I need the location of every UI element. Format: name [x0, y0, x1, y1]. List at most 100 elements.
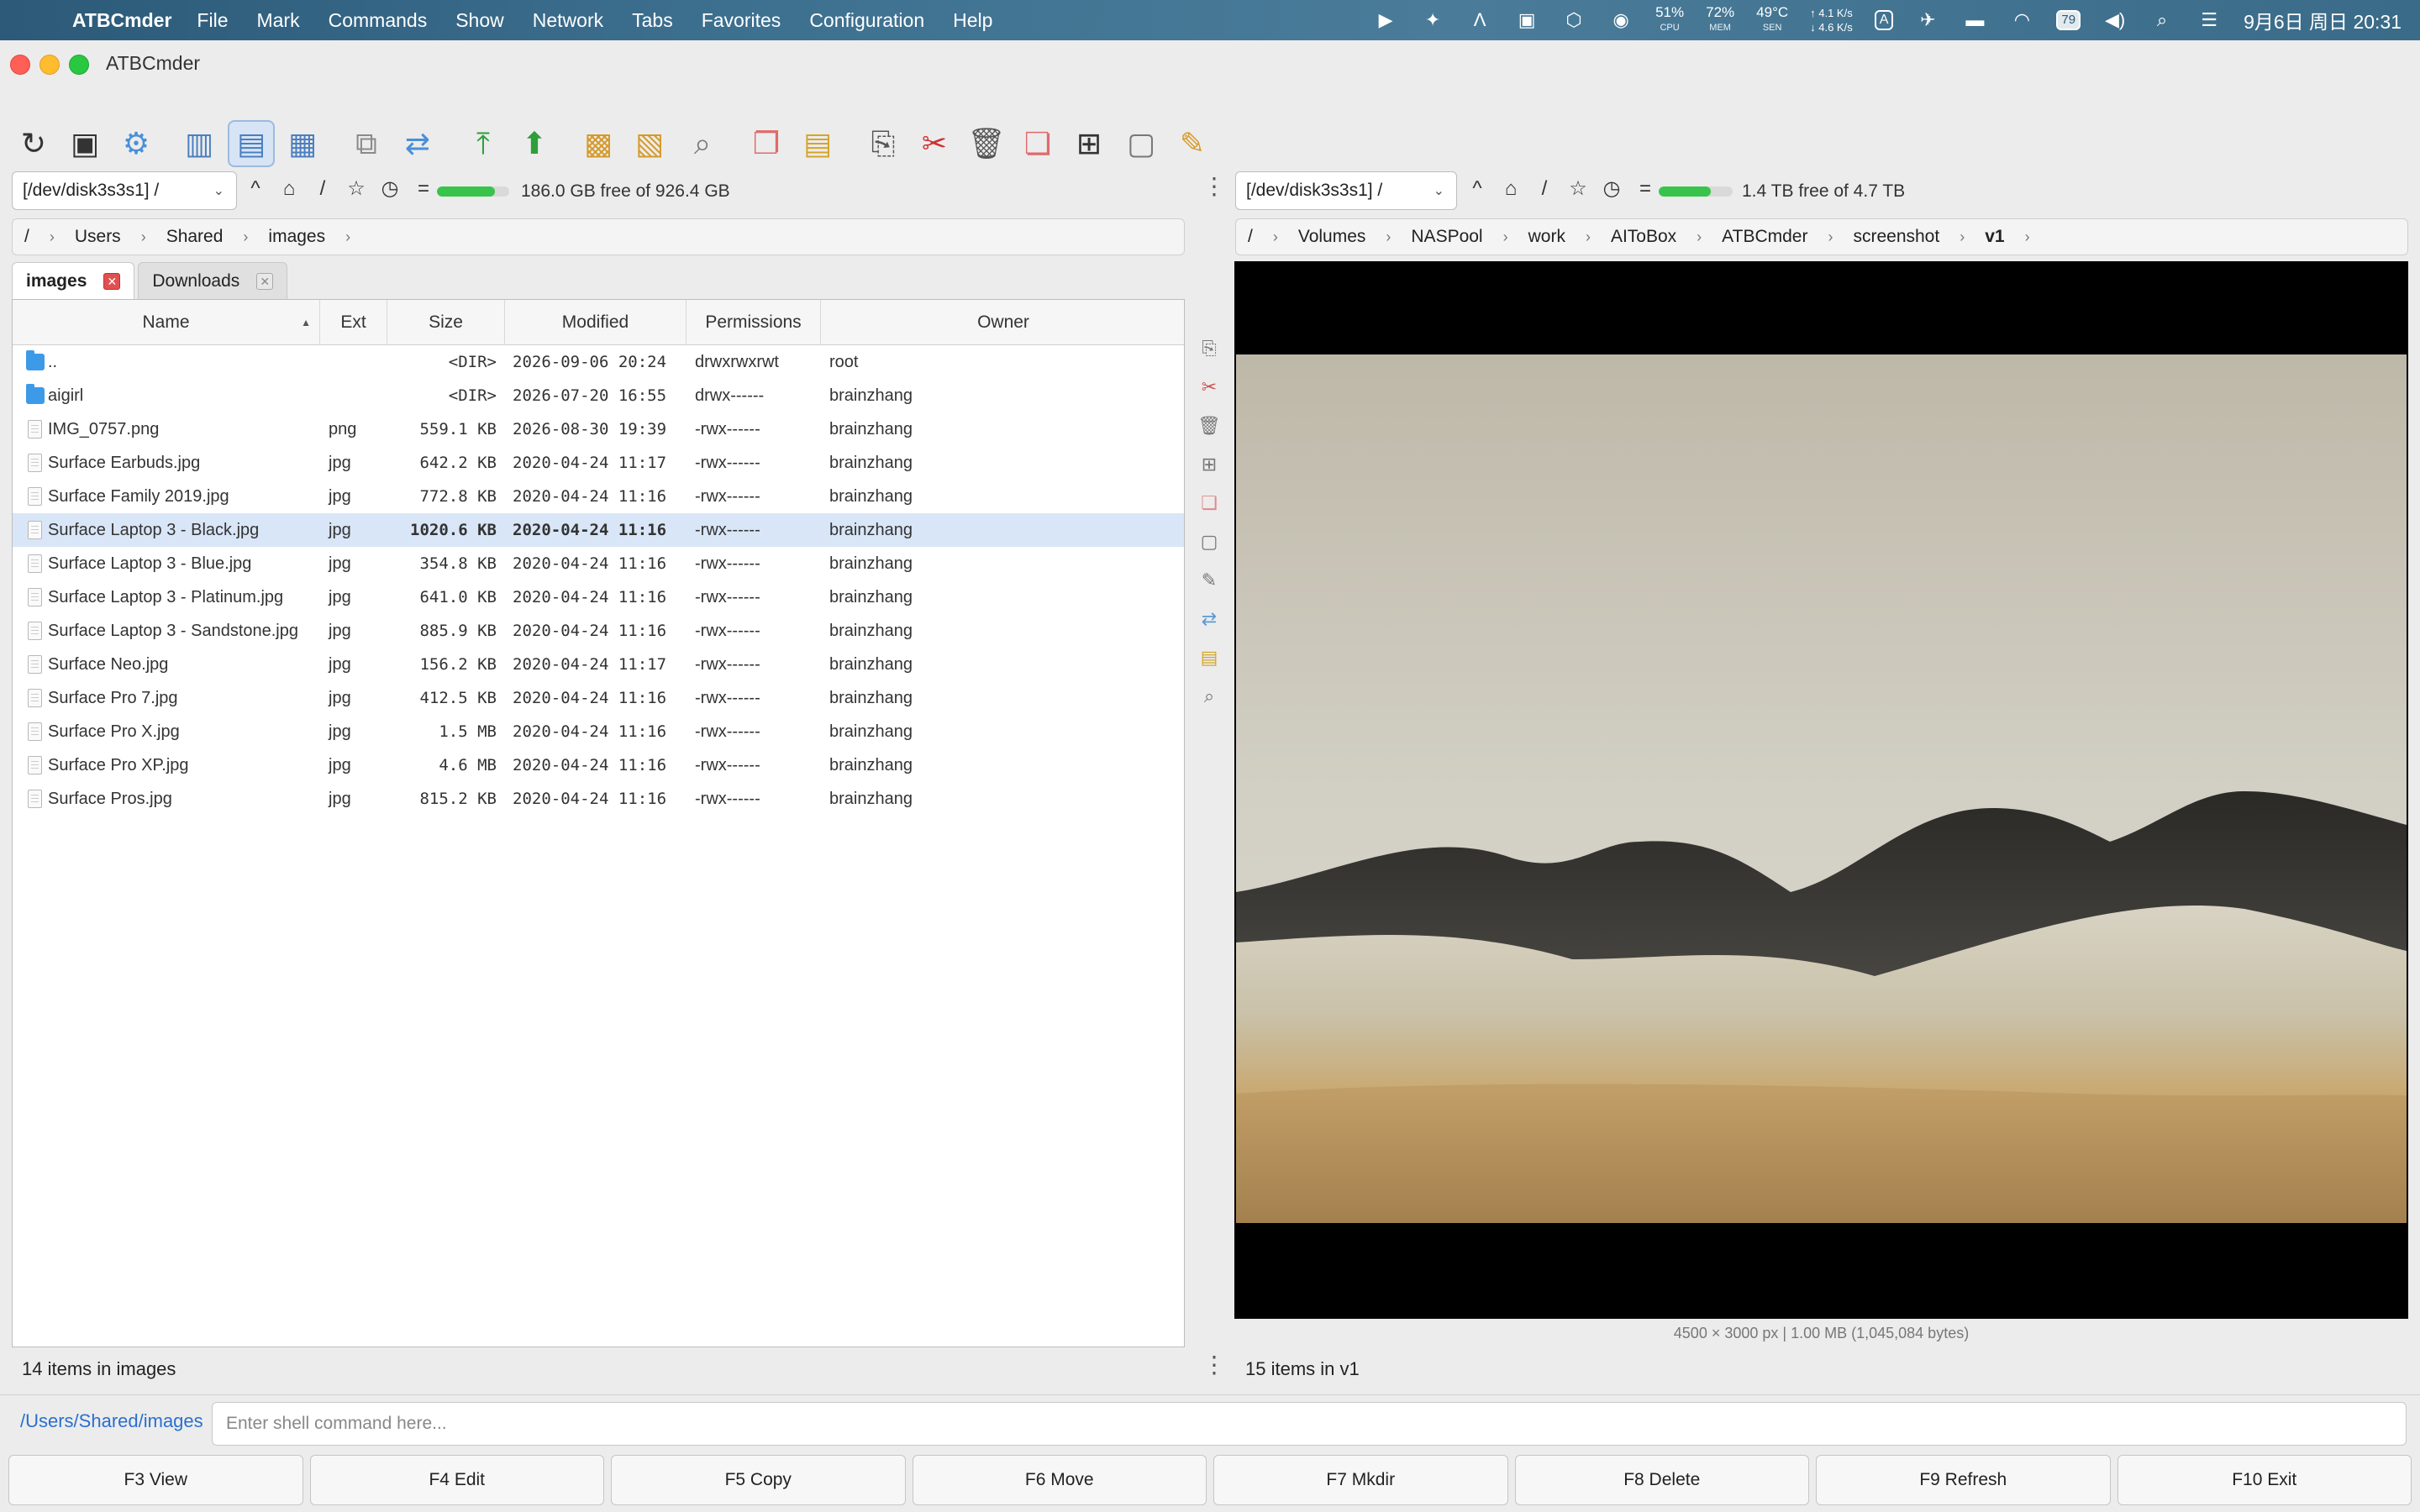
- mem-stat[interactable]: 72% MEM: [1706, 5, 1734, 35]
- edit-pencil-icon[interactable]: ✎: [1202, 561, 1217, 600]
- menu-mark[interactable]: Mark: [256, 9, 299, 32]
- crumb-aitobox[interactable]: AIToBox: [1599, 227, 1688, 247]
- crumb-work[interactable]: work: [1517, 227, 1577, 247]
- table-row[interactable]: .. <DIR> 2026-09-06 20:24 drwxrwxrwt root: [13, 345, 1184, 379]
- terminal-icon[interactable]: ▣: [61, 120, 108, 167]
- f7-mkdir-button[interactable]: F7 Mkdir: [1213, 1455, 1508, 1505]
- root-icon[interactable]: /: [1528, 177, 1561, 201]
- crumb-v1[interactable]: v1: [1973, 227, 2016, 247]
- network-speed[interactable]: ↑ 4.1 K/s ↓ 4.6 K/s: [1810, 6, 1853, 34]
- history-icon[interactable]: ◷: [1595, 176, 1628, 201]
- home-icon[interactable]: ⌂: [1494, 177, 1528, 201]
- sparkle-icon[interactable]: ✦: [1420, 8, 1445, 33]
- f9-refresh-button[interactable]: F9 Refresh: [1816, 1455, 2111, 1505]
- menu-favorites[interactable]: Favorites: [702, 9, 781, 32]
- tab-downloads[interactable]: Downloads ✕: [138, 262, 288, 299]
- f8-delete-button[interactable]: F8 Delete: [1514, 1455, 1809, 1505]
- table-row[interactable]: Surface Family 2019.jpg jpg 772.8 KB 2020-0…: [13, 480, 1184, 513]
- play-icon[interactable]: ▶: [1373, 8, 1398, 33]
- f10-exit-button[interactable]: F10 Exit: [2117, 1455, 2412, 1505]
- bird-icon[interactable]: ✈: [1915, 8, 1940, 33]
- pack-icon[interactable]: ▩: [575, 120, 622, 167]
- cpu-stat[interactable]: 51% CPU: [1655, 5, 1684, 35]
- close-tab-icon[interactable]: ✕: [103, 272, 121, 290]
- volume-icon[interactable]: ◀): [2102, 8, 2128, 33]
- vpn-icon[interactable]: ⬡: [1561, 8, 1586, 33]
- crumb-users[interactable]: Users: [63, 227, 133, 247]
- crumb-atbcmder[interactable]: ATBCmder: [1710, 227, 1819, 247]
- input-method-icon[interactable]: A: [1874, 10, 1894, 30]
- menu-tabs[interactable]: Tabs: [632, 9, 673, 32]
- column-name[interactable]: Name ▲: [13, 300, 320, 345]
- search-icon[interactable]: ⌕: [2149, 8, 2175, 33]
- equal-panels-icon[interactable]: =: [407, 177, 440, 201]
- notes-icon[interactable]: ▤: [1201, 638, 1218, 677]
- menu-help[interactable]: Help: [953, 9, 992, 32]
- menu-file[interactable]: File: [197, 9, 228, 32]
- crumb-naspool[interactable]: NASPool: [1399, 227, 1494, 247]
- close-tab-icon[interactable]: ✕: [256, 272, 274, 290]
- f4-edit-button[interactable]: F4 Edit: [309, 1455, 604, 1505]
- thumbnail-view-icon[interactable]: ▦: [279, 120, 326, 167]
- f3-view-button[interactable]: F3 View: [8, 1455, 303, 1505]
- edit-pencil-icon[interactable]: ✎: [1169, 120, 1216, 167]
- sync-icon[interactable]: ⇄: [394, 120, 441, 167]
- left-drive-select[interactable]: [/dev/disk3s3s1] / ⌄: [12, 171, 237, 210]
- duplicate-icon[interactable]: ❏: [1201, 484, 1218, 522]
- f6-move-button[interactable]: F6 Move: [912, 1455, 1207, 1505]
- tab-images[interactable]: images ✕: [12, 262, 135, 299]
- trash-icon[interactable]: 🗑: [1197, 407, 1221, 445]
- crumb-volumes[interactable]: Volumes: [1286, 227, 1378, 247]
- sync-icon[interactable]: ⇄: [1202, 600, 1217, 638]
- column-permissions[interactable]: Permissions: [687, 300, 821, 345]
- parent-dir-icon[interactable]: ^: [1460, 177, 1494, 201]
- menu-commands[interactable]: Commands: [329, 9, 428, 32]
- menu-network[interactable]: Network: [533, 9, 603, 32]
- full-view-icon[interactable]: ▤: [228, 120, 275, 167]
- unpack-icon[interactable]: ▧: [626, 120, 673, 167]
- cat-icon[interactable]: ◉: [1608, 8, 1634, 33]
- cut-icon[interactable]: ✂: [1202, 368, 1217, 407]
- zoom-window-button[interactable]: [69, 55, 89, 75]
- flag-icon[interactable]: ▬: [1962, 8, 1987, 33]
- table-row[interactable]: Surface Earbuds.jpg jpg 642.2 KB 2020-04-24…: [13, 446, 1184, 480]
- shell-command-input[interactable]: [212, 1402, 2407, 1446]
- history-icon[interactable]: ◷: [373, 176, 407, 201]
- table-row[interactable]: Surface Pro X.jpg jpg 1.5 MB 2020-04-24 11:…: [13, 715, 1184, 748]
- go-up-icon[interactable]: ⬆: [511, 120, 558, 167]
- settings-icon[interactable]: ⚙: [113, 120, 160, 167]
- table-row[interactable]: Surface Laptop 3 - Platinum.jpg jpg 641.0 …: [13, 580, 1184, 614]
- duplicate-icon[interactable]: ❏: [1014, 120, 1061, 167]
- notes-icon[interactable]: ▤: [794, 120, 841, 167]
- control-center-icon[interactable]: ☰: [2196, 8, 2222, 33]
- menu-configuration[interactable]: Configuration: [809, 9, 924, 32]
- crumb-screenshot[interactable]: screenshot: [1841, 227, 1951, 247]
- go-top-icon[interactable]: ⤒: [460, 120, 507, 167]
- crumb-images[interactable]: images: [256, 227, 337, 247]
- table-row[interactable]: Surface Laptop 3 - Black.jpg jpg 1020.6 KB…: [13, 513, 1184, 547]
- command-line-path[interactable]: /Users/Shared/images: [20, 1410, 203, 1432]
- menu-app-name[interactable]: ATBCmder: [72, 9, 171, 32]
- more-options-icon[interactable]: ⋮: [1202, 172, 1226, 200]
- table-row[interactable]: Surface Pro XP.jpg jpg 4.6 MB 2020-04-24 11…: [13, 748, 1184, 782]
- find-icon[interactable]: ⌕: [679, 120, 726, 167]
- clock[interactable]: 9月6日 周日 20:31: [2244, 6, 2402, 34]
- table-row[interactable]: Surface Neo.jpg jpg 156.2 KB 2020-04-24 11:…: [13, 648, 1184, 681]
- right-drive-select[interactable]: [/dev/disk3s3s1] / ⌄: [1235, 171, 1457, 210]
- favorite-star-icon[interactable]: ☆: [339, 176, 373, 201]
- sensor-stat[interactable]: 49°C SEN: [1756, 5, 1788, 35]
- brief-view-icon[interactable]: ▥: [176, 120, 223, 167]
- minimize-window-button[interactable]: [39, 55, 60, 75]
- copy-icon[interactable]: ⎘: [1202, 329, 1217, 368]
- table-row[interactable]: Surface Pro 7.jpg jpg 412.5 KB 2020-04-24 1…: [13, 681, 1184, 715]
- multi-rename-icon[interactable]: ❐: [743, 120, 790, 167]
- view-file-icon[interactable]: ▢: [1118, 120, 1165, 167]
- find-icon[interactable]: ⌕: [1204, 677, 1214, 716]
- table-row[interactable]: aigirl <DIR> 2026-07-20 16:55 drwx------ bra…: [13, 379, 1184, 412]
- trash-icon[interactable]: 🗑: [963, 120, 1010, 167]
- column-modified[interactable]: Modified: [505, 300, 687, 345]
- copy-icon[interactable]: ⎘: [860, 120, 907, 167]
- more-options-icon[interactable]: ⋮: [1202, 1351, 1226, 1378]
- dictionary-icon[interactable]: ▣: [1514, 8, 1539, 33]
- favorite-star-icon[interactable]: ☆: [1561, 176, 1595, 201]
